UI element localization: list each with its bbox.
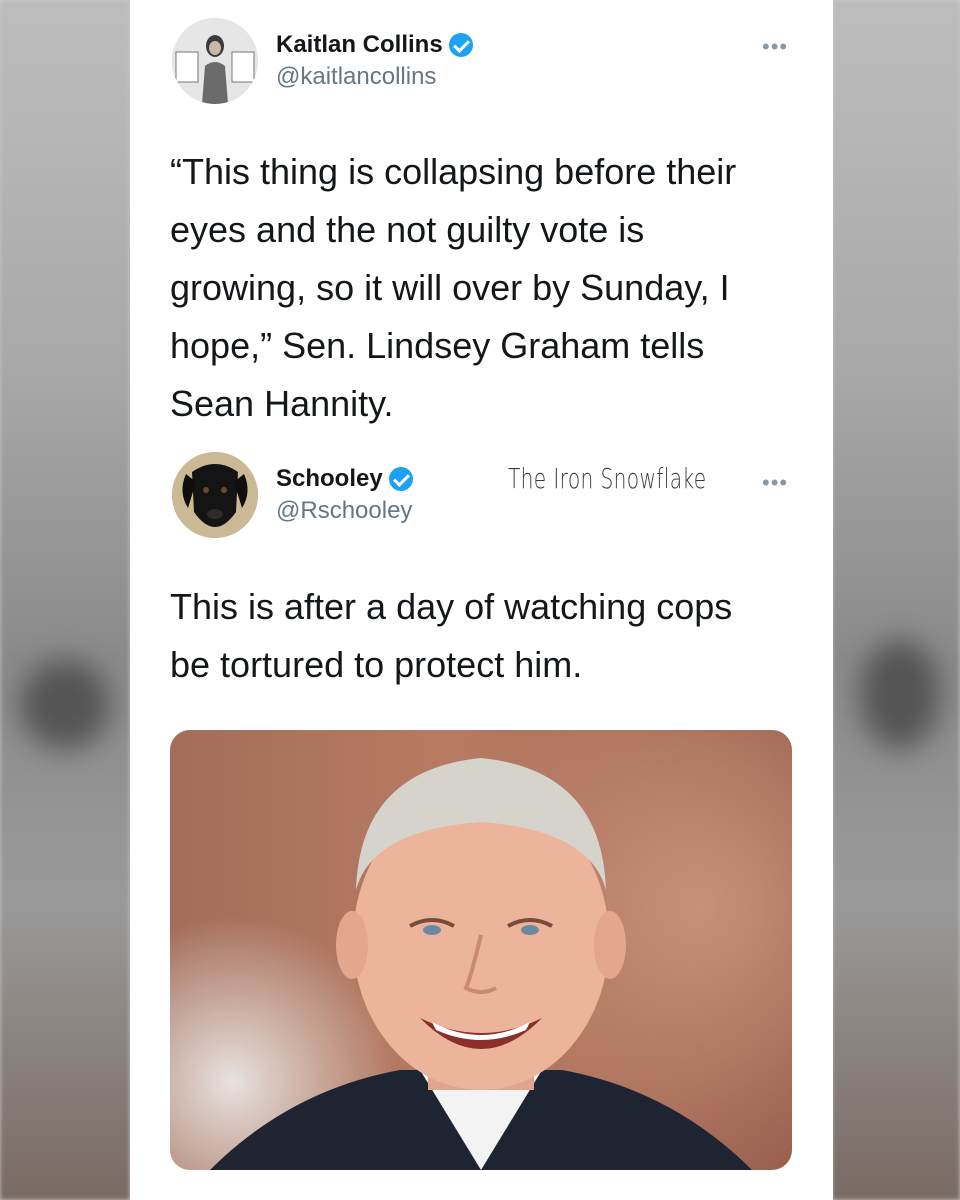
more-options-icon[interactable]: •••: [762, 34, 788, 60]
background-blur-shape: [860, 640, 940, 750]
tweet-1-author: Kaitlan Collins @kaitlancollins: [276, 31, 473, 91]
background-right: [832, 0, 960, 1200]
author-handle[interactable]: @kaitlancollins: [276, 63, 473, 91]
watermark: The Iron Snowflake: [508, 462, 707, 495]
tweet-text-line: Sean Hannity.: [170, 383, 394, 424]
background-left: [0, 0, 130, 1200]
tweet-2-header: Schooley @Rschooley: [172, 452, 413, 538]
tweet-1-text: “This thing is collapsing before their e…: [170, 143, 736, 433]
author-handle[interactable]: @Rschooley: [276, 497, 413, 525]
tweet-text-line: This is after a day of watching cops: [170, 586, 733, 627]
background-blur-shape: [20, 660, 110, 750]
avatar-photo-icon: [172, 18, 258, 104]
avatar[interactable]: [172, 18, 258, 104]
author-name[interactable]: Kaitlan Collins: [276, 31, 443, 59]
tweet-text-line: be tortured to protect him.: [170, 644, 583, 685]
tweet-text-line: “This thing is collapsing before their: [170, 151, 737, 192]
dog-avatar-icon: [172, 452, 258, 538]
tweet-text-line: growing, so it will over by Sunday, I: [170, 267, 730, 308]
verified-badge-icon: [448, 33, 473, 57]
author-name[interactable]: Schooley: [276, 465, 383, 493]
tweet-media-image[interactable]: [170, 730, 792, 1170]
tweet-2-text: This is after a day of watching cops be …: [170, 578, 732, 694]
smiling-man-illustration: [210, 758, 752, 1170]
tweet-text-line: hope,” Sen. Lindsey Graham tells: [170, 325, 705, 366]
tweet-1-header: Kaitlan Collins @kaitlancollins: [172, 18, 473, 104]
tweet-text-line: eyes and the not guilty vote is: [170, 209, 645, 250]
avatar[interactable]: [172, 452, 258, 538]
tweet-2-author: Schooley @Rschooley: [276, 465, 413, 525]
more-options-icon[interactable]: •••: [762, 470, 788, 496]
verified-badge-icon: [388, 467, 413, 491]
